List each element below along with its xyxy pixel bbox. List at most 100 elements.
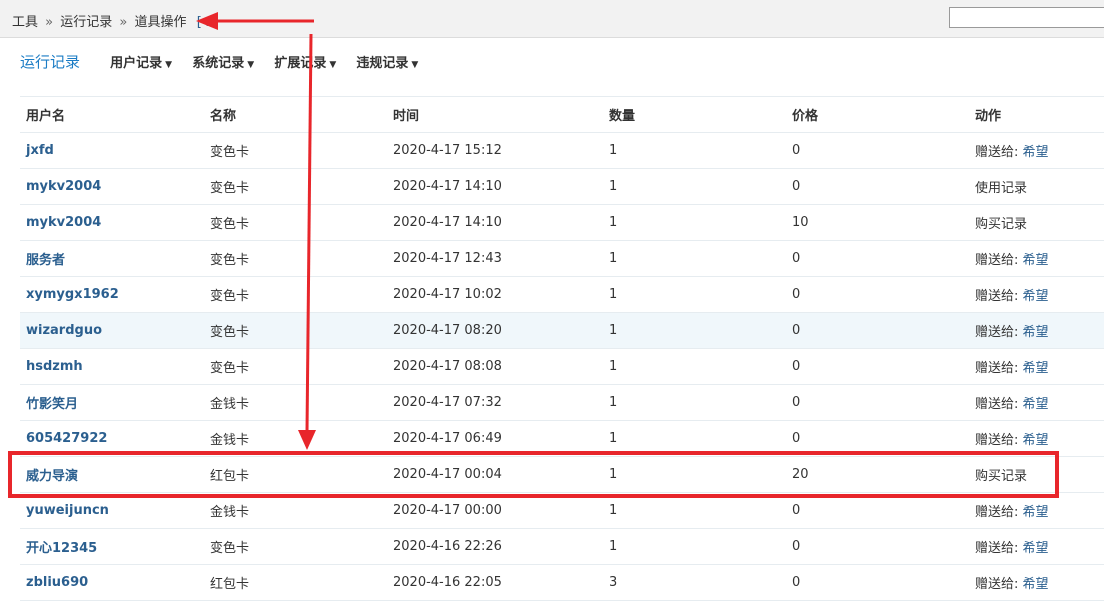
- cell-username[interactable]: xymygx1962: [20, 276, 204, 313]
- breadcrumb-separator: »: [45, 15, 54, 30]
- cell-action: 赠送给: 希望: [969, 528, 1104, 565]
- cell-username[interactable]: 服务者: [20, 240, 204, 277]
- caret-down-icon: ▼: [411, 60, 419, 70]
- breadcrumb-item-props[interactable]: 道具操作: [135, 15, 187, 30]
- cell-username[interactable]: jxfd: [20, 132, 204, 169]
- cell-quantity: 1: [603, 168, 786, 205]
- cell-time: 2020-4-17 15:12: [387, 132, 603, 169]
- cell-time: 2020-4-17 10:02: [387, 276, 603, 313]
- cell-action: 赠送给: 希望: [969, 492, 1104, 529]
- cell-time: 2020-4-17 07:32: [387, 384, 603, 421]
- action-text: 赠送给:: [975, 361, 1019, 376]
- cell-item-name: 变色卡: [204, 204, 387, 241]
- cell-item-name: 金钱卡: [204, 492, 387, 529]
- cell-quantity: 1: [603, 384, 786, 421]
- cell-item-name: 红包卡: [204, 456, 387, 493]
- cell-price: 0: [786, 528, 969, 565]
- action-target-link[interactable]: 希望: [1023, 541, 1049, 556]
- cell-action: 赠送给: 希望: [969, 420, 1104, 457]
- header-action: 动作: [969, 96, 1104, 133]
- action-text: 购买记录: [975, 469, 1028, 484]
- action-target-link[interactable]: 希望: [1023, 397, 1049, 412]
- cell-username[interactable]: mykv2004: [20, 168, 204, 205]
- cell-price: 0: [786, 492, 969, 529]
- records-table: 用户名 名称 时间 数量 价格 动作 jxfd 变色卡 2020-4-17 15:1…: [20, 96, 1104, 601]
- action-text: 赠送给:: [975, 541, 1019, 556]
- breadcrumb: 工具 » 运行记录 » 道具操作 [+]: [12, 11, 218, 30]
- cell-action: 赠送给: 希望: [969, 240, 1104, 277]
- cell-action: 赠送给: 希望: [969, 132, 1104, 169]
- caret-down-icon: ▼: [165, 60, 173, 70]
- action-text: 赠送给:: [975, 253, 1019, 268]
- cell-item-name: 变色卡: [204, 312, 387, 349]
- header-username: 用户名: [20, 96, 204, 133]
- cell-username[interactable]: hsdzmh: [20, 348, 204, 385]
- cell-quantity: 1: [603, 132, 786, 169]
- cell-username[interactable]: 605427922: [20, 420, 204, 457]
- cell-price: 20: [786, 456, 969, 493]
- breadcrumb-item-tools[interactable]: 工具: [12, 15, 38, 30]
- cell-username[interactable]: wizardguo: [20, 312, 204, 349]
- table-row: hsdzmh 变色卡 2020-4-17 08:08 1 0 赠送给: 希望: [20, 348, 1104, 385]
- cell-quantity: 1: [603, 276, 786, 313]
- action-target-link[interactable]: 希望: [1023, 505, 1049, 520]
- table-body: jxfd 变色卡 2020-4-17 15:12 1 0 赠送给: 希望 mykv2004 变…: [20, 132, 1104, 601]
- action-target-link[interactable]: 希望: [1023, 253, 1049, 268]
- cell-quantity: 1: [603, 204, 786, 241]
- expand-button[interactable]: [+]: [197, 15, 218, 30]
- cell-time: 2020-4-17 08:20: [387, 312, 603, 349]
- action-target-link[interactable]: 希望: [1023, 361, 1049, 376]
- cell-time: 2020-4-17 08:08: [387, 348, 603, 385]
- action-text: 赠送给:: [975, 433, 1019, 448]
- cell-item-name: 金钱卡: [204, 384, 387, 421]
- table-row: xymygx1962 变色卡 2020-4-17 10:02 1 0 赠送给: 希望: [20, 276, 1104, 313]
- cell-time: 2020-4-17 12:43: [387, 240, 603, 277]
- cell-action: 购买记录: [969, 456, 1104, 493]
- cell-item-name: 变色卡: [204, 240, 387, 277]
- action-target-link[interactable]: 希望: [1023, 577, 1049, 592]
- table-row: wizardguo 变色卡 2020-4-17 08:20 1 0 赠送给: 希望: [20, 312, 1104, 349]
- breadcrumb-item-run-log[interactable]: 运行记录: [60, 15, 112, 30]
- table-row: mykv2004 变色卡 2020-4-17 14:10 1 10 购买记录: [20, 204, 1104, 241]
- menu-user-records[interactable]: 用户记录 ▼: [110, 52, 172, 71]
- cell-item-name: 变色卡: [204, 132, 387, 169]
- cell-username[interactable]: yuweijuncn: [20, 492, 204, 529]
- cell-username[interactable]: 竹影笑月: [20, 384, 204, 421]
- menu-violation-records[interactable]: 违规记录 ▼: [356, 52, 418, 71]
- action-target-link[interactable]: 希望: [1023, 325, 1049, 340]
- action-text: 赠送给:: [975, 289, 1019, 304]
- cell-quantity: 1: [603, 492, 786, 529]
- top-bar: 工具 » 运行记录 » 道具操作 [+]: [0, 0, 1104, 38]
- cell-quantity: 1: [603, 240, 786, 277]
- cell-price: 0: [786, 132, 969, 169]
- cell-item-name: 变色卡: [204, 168, 387, 205]
- search-input[interactable]: [949, 7, 1104, 28]
- cell-item-name: 变色卡: [204, 528, 387, 565]
- cell-price: 0: [786, 240, 969, 277]
- action-text: 赠送给:: [975, 325, 1019, 340]
- menu-system-records[interactable]: 系统记录 ▼: [192, 52, 254, 71]
- cell-action: 赠送给: 希望: [969, 564, 1104, 601]
- cell-quantity: 1: [603, 420, 786, 457]
- table-row: jxfd 变色卡 2020-4-17 15:12 1 0 赠送给: 希望: [20, 132, 1104, 169]
- cell-time: 2020-4-17 06:49: [387, 420, 603, 457]
- cell-action: 赠送给: 希望: [969, 348, 1104, 385]
- breadcrumb-separator: »: [119, 15, 128, 30]
- cell-price: 0: [786, 312, 969, 349]
- cell-username[interactable]: zbliu690: [20, 564, 204, 601]
- menu-extension-records[interactable]: 扩展记录 ▼: [274, 52, 336, 71]
- action-target-link[interactable]: 希望: [1023, 433, 1049, 448]
- cell-price: 0: [786, 276, 969, 313]
- table-row: 服务者 变色卡 2020-4-17 12:43 1 0 赠送给: 希望: [20, 240, 1104, 277]
- header-price: 价格: [786, 96, 969, 133]
- action-target-link[interactable]: 希望: [1023, 145, 1049, 160]
- cell-price: 0: [786, 384, 969, 421]
- cell-username[interactable]: 威力导演: [20, 456, 204, 493]
- action-target-link[interactable]: 希望: [1023, 289, 1049, 304]
- cell-action: 使用记录: [969, 168, 1104, 205]
- cell-action: 赠送给: 希望: [969, 312, 1104, 349]
- table-row: 605427922 金钱卡 2020-4-17 06:49 1 0 赠送给: 希望: [20, 420, 1104, 457]
- cell-username[interactable]: mykv2004: [20, 204, 204, 241]
- cell-time: 2020-4-16 22:05: [387, 564, 603, 601]
- cell-username[interactable]: 开心12345: [20, 528, 204, 565]
